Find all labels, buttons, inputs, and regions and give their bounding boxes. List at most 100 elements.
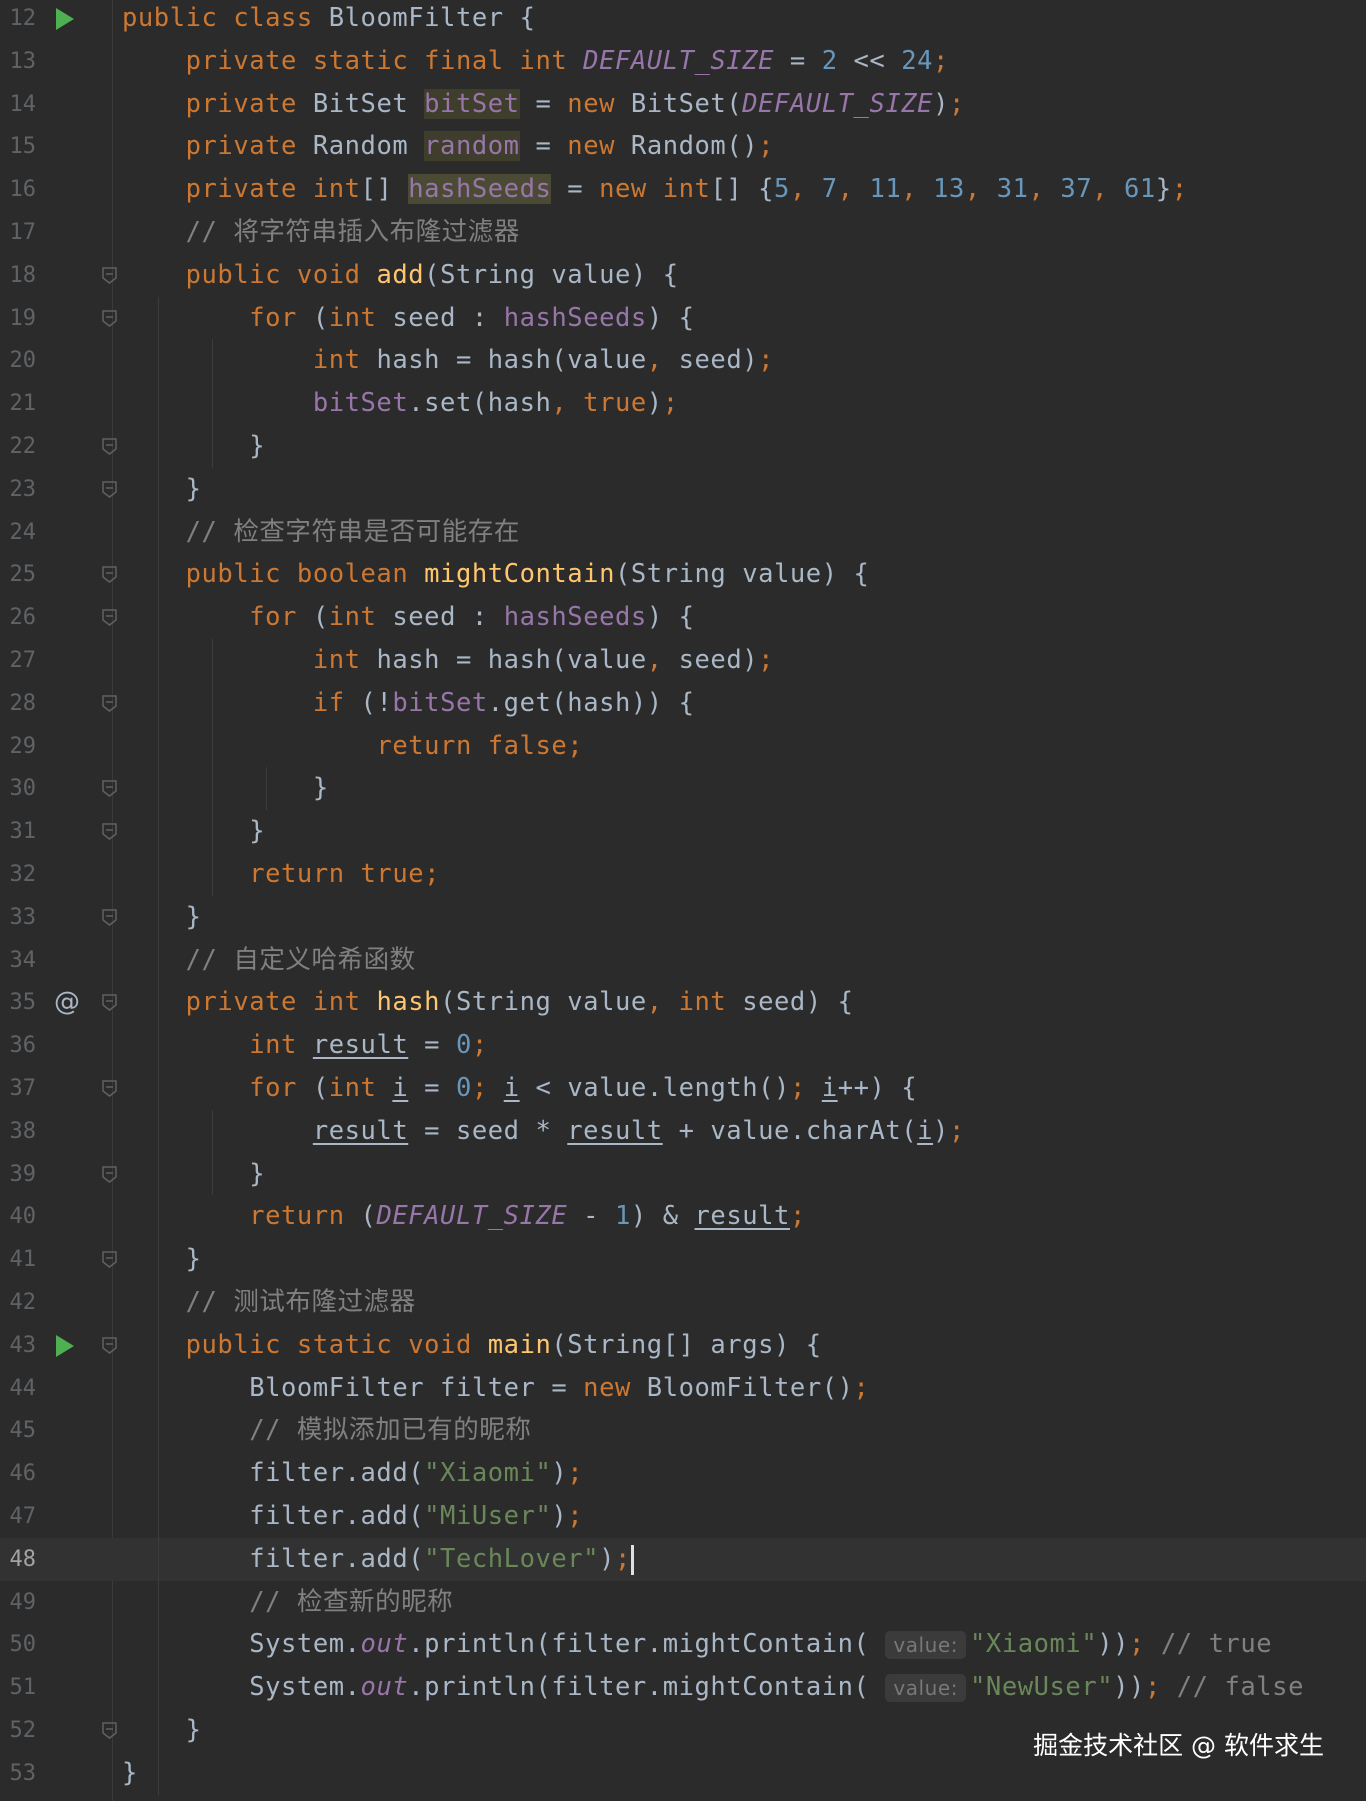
code-line[interactable]: 18 public void add(String value) { (0, 254, 1366, 297)
code-text[interactable]: for (int seed : hashSeeds) { (122, 596, 695, 639)
code-line[interactable]: 51 System.out.println(filter.mightContai… (0, 1666, 1366, 1709)
fold-marker-icon[interactable] (102, 609, 117, 627)
fold-marker-icon[interactable] (102, 438, 117, 455)
code-text[interactable]: private BitSet bitSet = new BitSet(DEFAU… (122, 83, 965, 126)
fold-marker-icon[interactable] (102, 1337, 117, 1354)
code-line[interactable]: 44 BloomFilter filter = new BloomFilter(… (0, 1367, 1366, 1410)
fold-marker-icon[interactable] (102, 780, 117, 798)
code-text[interactable]: // 检查字符串是否可能存在 (122, 511, 520, 554)
code-line[interactable]: 19 for (int seed : hashSeeds) { (0, 297, 1366, 340)
code-text[interactable]: public class BloomFilter { (122, 0, 535, 40)
code-text[interactable]: // 测试布隆过滤器 (122, 1281, 416, 1324)
fold-marker-icon[interactable] (102, 1080, 117, 1097)
fold-marker-icon[interactable] (102, 909, 117, 926)
code-text[interactable]: for (int i = 0; i < value.length(); i++)… (122, 1067, 917, 1110)
fold-marker-icon[interactable] (102, 1251, 117, 1269)
code-line[interactable]: 21 bitSet.set(hash, true); (0, 382, 1366, 425)
code-line[interactable]: 38 result = seed * result + value.charAt… (0, 1110, 1366, 1153)
code-text[interactable]: result = seed * result + value.charAt(i)… (122, 1110, 965, 1153)
fold-marker-icon[interactable] (102, 309, 117, 327)
code-line[interactable]: 20 int hash = hash(value, seed); (0, 339, 1366, 382)
code-text[interactable]: public boolean mightContain(String value… (122, 553, 869, 596)
code-line[interactable]: 42 // 测试布隆过滤器 (0, 1281, 1366, 1324)
code-line[interactable]: 13 private static final int DEFAULT_SIZE… (0, 40, 1366, 83)
fold-marker-icon[interactable] (102, 994, 117, 1012)
code-line[interactable]: 41 } (0, 1238, 1366, 1281)
code-line[interactable]: 32 return true; (0, 853, 1366, 896)
code-line[interactable]: 16 private int[] hashSeeds = new int[] {… (0, 168, 1366, 211)
code-text[interactable]: filter.add("TechLover"); (122, 1538, 634, 1581)
code-line[interactable]: 49 // 检查新的昵称 (0, 1581, 1366, 1624)
code-text[interactable]: } (122, 1709, 202, 1752)
code-line[interactable]: 37 for (int i = 0; i < value.length(); i… (0, 1067, 1366, 1110)
code-text[interactable]: } (122, 1153, 265, 1196)
run-icon[interactable] (56, 1334, 74, 1357)
code-text[interactable]: filter.add("Xiaomi"); (122, 1452, 583, 1495)
code-line[interactable]: 47 filter.add("MiUser"); (0, 1495, 1366, 1538)
code-line[interactable]: 46 filter.add("Xiaomi"); (0, 1452, 1366, 1495)
code-line[interactable]: 48 filter.add("TechLover"); (0, 1537, 1366, 1581)
code-text[interactable]: } (122, 425, 265, 468)
code-line[interactable]: 43 public static void main(String[] args… (0, 1324, 1366, 1367)
code-line[interactable]: 29 return false; (0, 725, 1366, 768)
code-text[interactable]: System.out.println(filter.mightContain( … (122, 1623, 1272, 1666)
code-text[interactable]: // 自定义哈希函数 (122, 939, 416, 982)
code-text[interactable]: BloomFilter filter = new BloomFilter(); (122, 1367, 869, 1410)
code-line[interactable]: 35 @ private int hash(String value, int s… (0, 981, 1366, 1024)
code-text[interactable]: } (122, 1752, 138, 1795)
code-line[interactable]: 27 int hash = hash(value, seed); (0, 639, 1366, 682)
code-text[interactable]: return false; (122, 725, 583, 768)
code-text[interactable]: return true; (122, 853, 440, 896)
code-text[interactable]: } (122, 810, 265, 853)
code-line[interactable]: 15 private Random random = new Random(); (0, 125, 1366, 168)
code-text[interactable]: // 将字符串插入布隆过滤器 (122, 211, 520, 254)
code-line[interactable]: 22 } (0, 425, 1366, 468)
code-line[interactable]: 30 } (0, 767, 1366, 810)
code-text[interactable]: // 模拟添加已有的昵称 (122, 1409, 531, 1452)
code-text[interactable]: } (122, 767, 329, 810)
code-line[interactable]: 26 for (int seed : hashSeeds) { (0, 596, 1366, 639)
code-line[interactable]: 14 private BitSet bitSet = new BitSet(DE… (0, 83, 1366, 126)
code-line[interactable]: 45 // 模拟添加已有的昵称 (0, 1409, 1366, 1452)
code-line[interactable]: 36 int result = 0; (0, 1024, 1366, 1067)
code-editor[interactable]: 12 public class BloomFilter {13 private s… (0, 0, 1366, 1801)
code-line[interactable]: 33 } (0, 896, 1366, 939)
fold-marker-icon[interactable] (102, 1722, 117, 1739)
code-text[interactable]: // 检查新的昵称 (122, 1581, 453, 1624)
code-line[interactable]: 34 // 自定义哈希函数 (0, 939, 1366, 982)
code-text[interactable]: filter.add("MiUser"); (122, 1495, 583, 1538)
fold-marker-icon[interactable] (102, 695, 117, 712)
code-text[interactable]: int hash = hash(value, seed); (122, 639, 774, 682)
code-text[interactable]: return (DEFAULT_SIZE - 1) & result; (122, 1195, 806, 1238)
code-text[interactable]: } (122, 1238, 202, 1281)
code-text[interactable]: private Random random = new Random(); (122, 125, 774, 168)
code-line[interactable]: 40 return (DEFAULT_SIZE - 1) & result; (0, 1195, 1366, 1238)
code-line[interactable]: 25 public boolean mightContain(String va… (0, 553, 1366, 596)
code-text[interactable]: int result = 0; (122, 1024, 488, 1067)
code-line[interactable]: 24 // 检查字符串是否可能存在 (0, 511, 1366, 554)
fold-marker-icon[interactable] (102, 481, 117, 498)
code-text[interactable]: private static final int DEFAULT_SIZE = … (122, 40, 949, 83)
code-line[interactable]: 28 if (!bitSet.get(hash)) { (0, 682, 1366, 725)
code-text[interactable]: private int[] hashSeeds = new int[] {5, … (122, 168, 1188, 211)
fold-marker-icon[interactable] (102, 267, 117, 284)
code-line[interactable]: 23 } (0, 468, 1366, 511)
code-line[interactable]: 50 System.out.println(filter.mightContai… (0, 1623, 1366, 1666)
run-icon[interactable] (56, 8, 74, 30)
implements-icon[interactable]: @ (54, 981, 80, 1024)
code-line[interactable]: 39 } (0, 1153, 1366, 1196)
code-line[interactable]: 12 public class BloomFilter { (0, 0, 1366, 40)
code-line[interactable]: 17 // 将字符串插入布隆过滤器 (0, 211, 1366, 254)
fold-marker-icon[interactable] (102, 566, 117, 584)
code-line[interactable]: 31 } (0, 810, 1366, 853)
code-text[interactable]: int hash = hash(value, seed); (122, 339, 774, 382)
fold-marker-icon[interactable] (102, 1165, 117, 1183)
code-text[interactable]: if (!bitSet.get(hash)) { (122, 682, 695, 725)
fold-marker-icon[interactable] (102, 823, 117, 841)
code-text[interactable]: bitSet.set(hash, true); (122, 382, 679, 425)
code-text[interactable]: public void add(String value) { (122, 254, 679, 297)
code-text[interactable]: private int hash(String value, int seed)… (122, 981, 854, 1024)
code-text[interactable]: public static void main(String[] args) { (122, 1324, 822, 1367)
code-text[interactable]: for (int seed : hashSeeds) { (122, 297, 695, 340)
code-text[interactable]: } (122, 468, 202, 511)
